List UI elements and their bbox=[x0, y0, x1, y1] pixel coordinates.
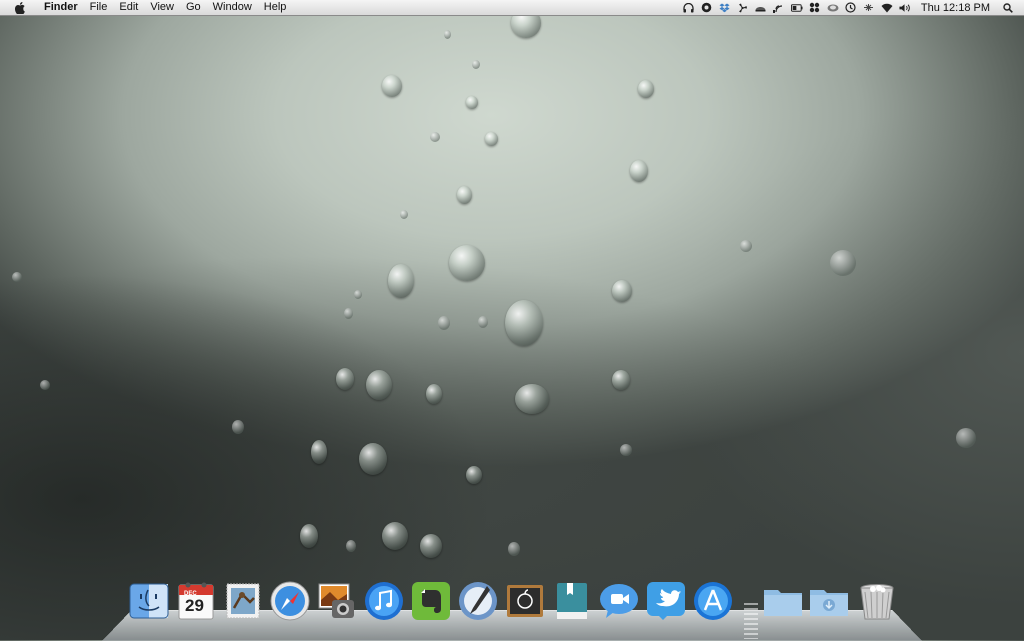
menu-help[interactable]: Help bbox=[258, 0, 293, 15]
downloads-folder-icon bbox=[810, 590, 848, 616]
menu-clock[interactable]: Thu 12:18 PM bbox=[917, 2, 996, 14]
raindrop bbox=[344, 308, 353, 319]
apple-logo-shape bbox=[14, 1, 25, 14]
raindrop bbox=[382, 522, 408, 550]
itunes-note-icon bbox=[365, 582, 403, 620]
menu-go[interactable]: Go bbox=[180, 0, 207, 15]
dock-item-safari[interactable] bbox=[269, 580, 311, 622]
raindrop bbox=[336, 368, 354, 390]
app-store-icon bbox=[694, 582, 732, 620]
menu-view[interactable]: View bbox=[144, 0, 180, 15]
menu-edit[interactable]: Edit bbox=[113, 0, 144, 15]
menu-bar-left: Finder File Edit View Go Window Help bbox=[0, 0, 292, 15]
raindrop bbox=[630, 160, 648, 182]
iphoto-camera-icon bbox=[318, 583, 354, 618]
dock-item-quill[interactable] bbox=[457, 580, 499, 622]
raindrop bbox=[478, 316, 488, 328]
raindrop bbox=[515, 384, 549, 414]
raindrop bbox=[430, 132, 440, 142]
time-machine-icon[interactable] bbox=[845, 2, 857, 13]
raindrop bbox=[311, 440, 327, 464]
eye-icon[interactable] bbox=[755, 2, 767, 13]
dropbox-icon[interactable] bbox=[719, 2, 731, 13]
raindrop bbox=[830, 250, 856, 276]
finder-icon bbox=[129, 583, 169, 619]
twitter-bird-icon bbox=[647, 582, 685, 620]
chalkboard-icon bbox=[507, 585, 543, 617]
raindrop bbox=[444, 30, 451, 39]
raindrop bbox=[438, 316, 450, 330]
raindrop bbox=[449, 245, 485, 281]
dock-item-downloads-folder[interactable] bbox=[808, 580, 850, 622]
fan-icon[interactable] bbox=[737, 2, 749, 13]
raindrop bbox=[232, 420, 244, 434]
dock-item-finder[interactable] bbox=[128, 580, 170, 622]
folder-icon bbox=[764, 590, 802, 616]
menu-file[interactable]: File bbox=[84, 0, 114, 15]
dock-item-evernote[interactable] bbox=[410, 580, 452, 622]
raindrop bbox=[466, 96, 478, 109]
raindrop bbox=[40, 380, 50, 390]
apple-logo-icon[interactable] bbox=[14, 1, 26, 14]
raindrop bbox=[426, 384, 442, 404]
raindrop bbox=[382, 75, 402, 97]
safari-compass-icon bbox=[270, 581, 310, 621]
raindrop bbox=[638, 80, 654, 98]
raindrop bbox=[508, 542, 520, 556]
dock-item-app-store[interactable] bbox=[692, 580, 734, 622]
dock-item-itunes[interactable] bbox=[363, 580, 405, 622]
sync-icon[interactable] bbox=[701, 2, 713, 13]
bluetooth-icon[interactable] bbox=[863, 2, 875, 13]
menu-app-name[interactable]: Finder bbox=[36, 0, 84, 15]
raindrop bbox=[505, 300, 543, 346]
signal-icon[interactable] bbox=[773, 2, 785, 13]
cloud-icon[interactable] bbox=[827, 2, 839, 13]
dock-item-trash[interactable] bbox=[856, 580, 898, 622]
video-chat-icon bbox=[600, 584, 638, 618]
network-icon[interactable] bbox=[809, 2, 821, 13]
raindrop bbox=[359, 443, 387, 475]
raindrop bbox=[366, 370, 392, 400]
raindrop bbox=[388, 264, 414, 298]
raindrop bbox=[485, 132, 498, 146]
dock-item-iphoto[interactable] bbox=[316, 580, 358, 622]
dock-item-ical[interactable]: DEC 29 bbox=[175, 580, 217, 622]
raindrop bbox=[420, 534, 442, 558]
evernote-elephant-icon bbox=[412, 582, 450, 620]
raindrop bbox=[620, 444, 632, 456]
calendar-day: 29 bbox=[185, 596, 204, 615]
headphones-icon[interactable] bbox=[683, 2, 695, 13]
raindrop bbox=[457, 186, 472, 204]
raindrop bbox=[740, 240, 752, 252]
spotlight-search-icon[interactable] bbox=[1002, 2, 1014, 13]
quill-pen-icon bbox=[459, 582, 497, 620]
dock-item-dictionary[interactable] bbox=[551, 580, 593, 622]
menu-bar: Finder File Edit View Go Window Help Thu… bbox=[0, 0, 1024, 16]
raindrop bbox=[612, 370, 630, 390]
desktop-wallpaper bbox=[0, 0, 1024, 640]
dock-item-twitter[interactable] bbox=[645, 580, 687, 622]
dock-item-applications-folder[interactable] bbox=[762, 580, 804, 622]
raindrop bbox=[956, 428, 976, 448]
menu-bar-status: Thu 12:18 PM bbox=[683, 0, 1014, 15]
raindrop bbox=[466, 466, 482, 484]
mail-stamp-icon bbox=[226, 583, 260, 619]
raindrop bbox=[12, 272, 22, 282]
battery-icon[interactable] bbox=[790, 2, 803, 13]
dock-separator bbox=[744, 603, 758, 639]
volume-icon[interactable] bbox=[899, 2, 911, 13]
raindrop bbox=[354, 290, 362, 299]
wifi-icon[interactable] bbox=[881, 2, 893, 13]
raindrop bbox=[472, 60, 480, 69]
menu-window[interactable]: Window bbox=[207, 0, 258, 15]
dock-item-mail[interactable] bbox=[222, 580, 264, 622]
raindrop bbox=[612, 280, 632, 302]
dock-item-facetime[interactable] bbox=[598, 580, 640, 622]
raindrop bbox=[346, 540, 356, 552]
raindrop bbox=[400, 210, 408, 219]
book-icon bbox=[557, 583, 587, 619]
dock-item-chalkboard[interactable] bbox=[504, 580, 546, 622]
raindrop bbox=[300, 524, 318, 548]
trash-icon bbox=[860, 584, 894, 620]
